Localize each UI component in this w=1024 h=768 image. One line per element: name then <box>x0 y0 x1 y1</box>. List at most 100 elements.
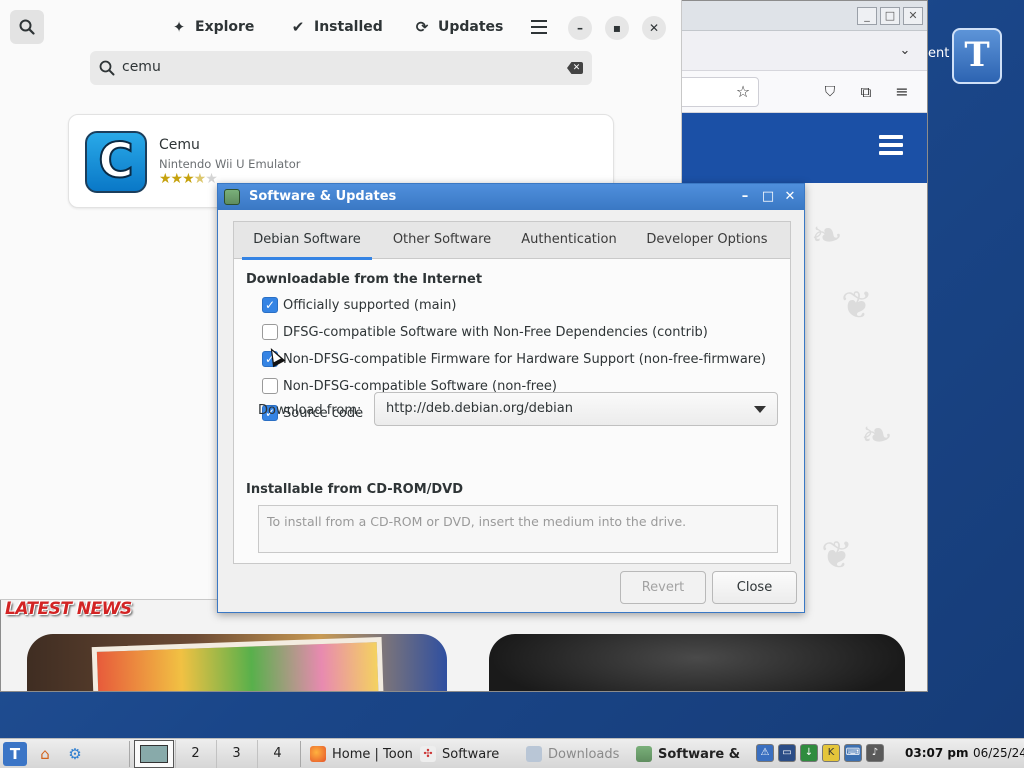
bookmark-star-icon[interactable]: ☆ <box>732 81 754 103</box>
dialog-maximize-button[interactable]: □ <box>759 188 777 206</box>
store-close-button[interactable]: ✕ <box>642 16 666 40</box>
nav-installed-label: Installed <box>314 19 383 35</box>
dialog-titlebar[interactable]: Software & Updates – □ ✕ <box>218 184 804 210</box>
checkbox-checked-icon[interactable]: ✓ <box>262 297 278 313</box>
clock-date[interactable]: 06/25/24 <box>973 746 1024 760</box>
workspace-2[interactable]: 2 <box>175 740 215 768</box>
store-minimize-button[interactable]: – <box>568 16 592 40</box>
component-label: Officially supported (main) <box>283 297 457 313</box>
task-label: Downloads <box>548 746 620 762</box>
workspace-1[interactable] <box>134 740 174 768</box>
tab-developer-options[interactable]: Developer Options <box>636 222 778 259</box>
clock-time[interactable]: 03:07 pm <box>905 746 968 760</box>
dropdown-arrow-icon <box>754 406 766 413</box>
software-properties-icon <box>224 189 240 205</box>
pocket-icon[interactable]: ⛉ <box>819 81 841 103</box>
cdrom-placeholder: To install from a CD-ROM or DVD, insert … <box>267 514 687 529</box>
browser-close-button[interactable]: ✕ <box>903 7 923 25</box>
start-menu-icon[interactable]: T <box>3 742 27 766</box>
search-icon <box>99 60 115 76</box>
component-label: DFSG-compatible Software with Non-Free D… <box>283 324 708 340</box>
extensions-icon[interactable]: ⧉ <box>855 81 877 103</box>
network-icon[interactable]: ⚙ <box>63 742 87 766</box>
refresh-icon: ⟳ <box>415 18 429 36</box>
browser-minimize-button[interactable]: _ <box>857 7 877 25</box>
nav-explore-tab[interactable]: ✦ Explore <box>170 16 255 38</box>
clear-search-icon[interactable]: ✕ <box>567 62 583 74</box>
search-toggle-button[interactable] <box>10 10 44 44</box>
nav-updates-label: Updates <box>438 19 504 35</box>
latest-news-heading: LATEST NEWS <box>5 599 132 619</box>
dialog-notebook: Debian Software Other Software Authentic… <box>233 221 791 564</box>
download-server-value: http://deb.debian.org/debian <box>386 401 573 416</box>
paw-print-icon: ❧ <box>811 213 843 257</box>
taskbar-separator <box>129 741 130 767</box>
checkbox-unchecked-icon[interactable] <box>262 378 278 394</box>
dialog-close-button[interactable]: ✕ <box>781 188 799 206</box>
task-label: Home | Toon <box>332 746 413 762</box>
dialog-minimize-button[interactable]: – <box>736 188 754 206</box>
cdrom-list: To install from a CD-ROM or DVD, insert … <box>258 505 778 553</box>
dialog-tab-bar: Debian Software Other Software Authentic… <box>234 222 790 260</box>
news-card-image <box>91 636 385 691</box>
taskbar-separator <box>300 741 301 767</box>
workspace-thumbnail-icon <box>140 745 168 763</box>
task-software-updates[interactable]: Software & <box>632 741 744 767</box>
workspace-4[interactable]: 4 <box>257 740 297 768</box>
search-icon <box>19 19 35 35</box>
news-card[interactable] <box>489 634 905 691</box>
home-folder-icon[interactable]: ⌂ <box>33 742 57 766</box>
app-summary: Nintendo Wii U Emulator <box>159 157 301 171</box>
task-browser[interactable]: Home | Toon <box>306 741 416 767</box>
check-circle-icon: ✔ <box>291 18 305 36</box>
revert-button[interactable]: Revert <box>620 571 706 604</box>
paw-print-icon: ❦ <box>841 283 873 327</box>
software-properties-icon <box>636 746 652 762</box>
workspace-3[interactable]: 3 <box>216 740 256 768</box>
close-button[interactable]: Close <box>712 571 797 604</box>
task-software-store[interactable]: ✣ Software <box>416 741 520 767</box>
tab-debian-software[interactable]: Debian Software <box>242 222 372 260</box>
paw-print-icon: ❧ <box>861 413 893 457</box>
cdrom-heading: Installable from CD-ROM/DVD <box>246 482 464 497</box>
task-label: Software & <box>658 746 741 762</box>
nav-updates-tab[interactable]: ⟳ Updates <box>413 16 504 38</box>
task-downloads[interactable]: Downloads <box>522 741 626 767</box>
downloadable-heading: Downloadable from the Internet <box>246 272 483 287</box>
app-name: Cemu <box>159 137 200 153</box>
update-notifier-icon[interactable]: ⚠ <box>756 744 774 762</box>
site-menu-icon[interactable] <box>879 135 903 159</box>
nav-installed-tab[interactable]: ✔ Installed <box>289 16 383 38</box>
browser-maximize-button[interactable]: □ <box>880 7 900 25</box>
component-main-checkbox[interactable]: ✓ Officially supported (main) <box>262 296 457 314</box>
folder-icon <box>526 746 542 762</box>
download-from-label: Download from: <box>258 403 362 418</box>
tab-other-software[interactable]: Other Software <box>382 222 502 259</box>
component-contrib-checkbox[interactable]: DFSG-compatible Software with Non-Free D… <box>262 323 708 341</box>
cemu-app-icon: C <box>85 131 147 193</box>
tab-authentication[interactable]: Authentication <box>514 222 624 259</box>
software-store-icon: ✣ <box>420 746 436 762</box>
chevron-down-icon[interactable]: ⌄ <box>894 40 916 62</box>
keyboard-layout-icon[interactable]: ⌨ <box>844 744 862 762</box>
task-label: Software <box>442 746 500 762</box>
search-input[interactable]: cemu ✕ <box>90 51 592 85</box>
software-updates-dialog[interactable]: Software & Updates – □ ✕ Debian Software… <box>217 183 805 613</box>
component-label: Non-DFSG-compatible Firmware for Hardwar… <box>283 351 766 367</box>
download-server-dropdown[interactable]: http://deb.debian.org/debian <box>374 392 778 426</box>
firefox-icon <box>310 746 326 762</box>
app-rating-stars: ★★★★★ <box>159 171 218 187</box>
checkbox-unchecked-icon[interactable] <box>262 324 278 340</box>
klipper-icon[interactable]: K <box>822 744 840 762</box>
component-non-free-firmware-checkbox[interactable]: ✓ Non-DFSG-compatible Firmware for Hardw… <box>262 350 766 368</box>
desktop-trinity-logo[interactable]: T <box>952 28 1002 84</box>
taskbar: T ⌂ ⚙ 2 3 4 Home | Toon ✣ Software Downl… <box>0 738 1024 768</box>
display-icon[interactable]: ▭ <box>778 744 796 762</box>
store-maximize-button[interactable]: ▪ <box>605 16 629 40</box>
volume-icon[interactable]: ♪ <box>866 744 884 762</box>
store-menu-icon[interactable] <box>531 20 547 38</box>
package-updates-icon[interactable]: ↓ <box>800 744 818 762</box>
news-card[interactable] <box>27 634 447 691</box>
desktop-partial-text: ent <box>928 46 950 61</box>
menu-icon[interactable]: ≡ <box>891 81 913 103</box>
